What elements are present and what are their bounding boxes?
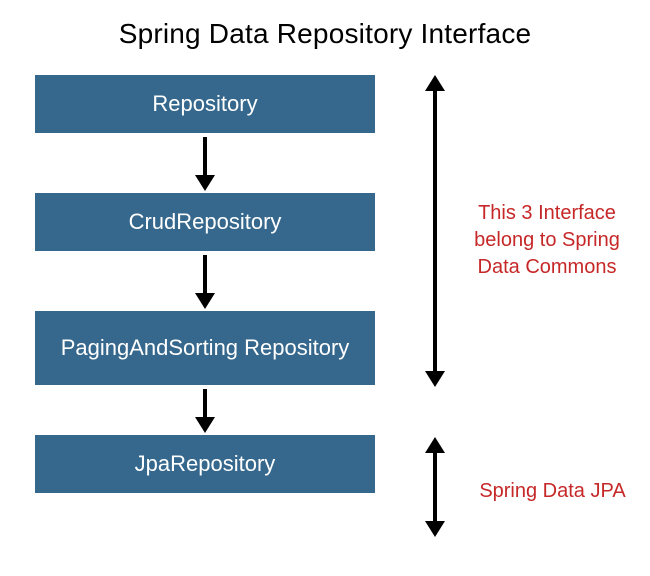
arrow-down-icon xyxy=(35,385,375,435)
annotation-jpa: Spring Data JPA xyxy=(470,478,635,505)
annotation-commons: This 3 Interface belong to Spring Data C… xyxy=(452,200,642,281)
box-pagingandsorting: PagingAndSorting Repository xyxy=(35,311,375,385)
box-repository: Repository xyxy=(35,75,375,133)
box-label: CrudRepository xyxy=(129,209,282,235)
diagram-title: Spring Data Repository Interface xyxy=(0,18,650,50)
box-label: Repository xyxy=(152,91,257,117)
box-crudrepository: CrudRepository xyxy=(35,193,375,251)
hierarchy-column: Repository CrudRepository PagingAndSorti… xyxy=(35,75,375,493)
arrow-down-icon xyxy=(35,251,375,311)
box-label: JpaRepository xyxy=(135,451,276,477)
range-arrow-commons xyxy=(420,75,450,387)
box-label: PagingAndSorting Repository xyxy=(61,335,350,361)
arrow-down-icon xyxy=(35,133,375,193)
range-arrow-jpa xyxy=(420,437,450,537)
box-jparepository: JpaRepository xyxy=(35,435,375,493)
